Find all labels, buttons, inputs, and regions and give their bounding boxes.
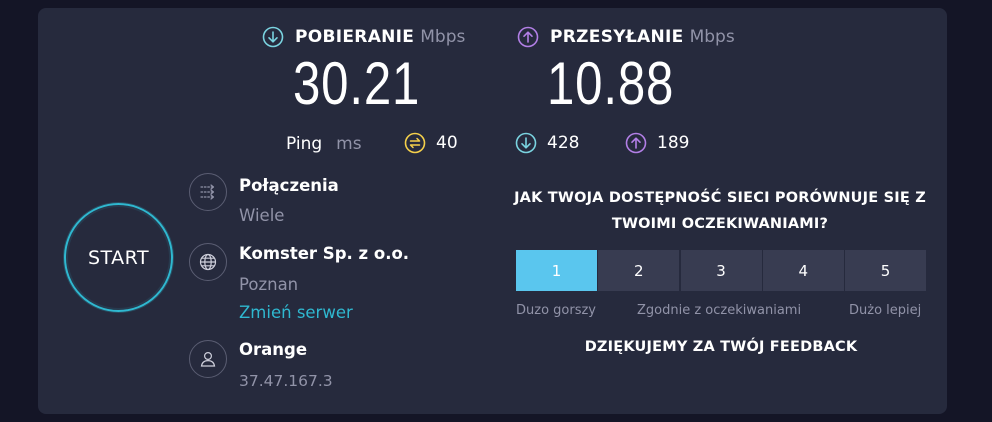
globe-icon <box>199 253 217 271</box>
connections-icon <box>200 184 215 200</box>
feedback-question: JAK TWOJA DOSTĘPNOŚĆ SIECI PORÓWNUJE SIĘ… <box>514 190 926 232</box>
upload-unit: Mbps <box>689 27 735 47</box>
rating-option-1[interactable]: 1 <box>516 250 597 291</box>
download-label: POBIERANIE <box>295 27 415 47</box>
server-location: Poznan <box>239 275 299 294</box>
connections-title: Połączenia <box>239 176 339 195</box>
rating-scale: 1 2 3 4 5 <box>516 250 926 291</box>
rating-label-worse: Duzo gorszy <box>516 303 596 318</box>
ping-idle-value: 40 <box>436 133 458 153</box>
download-unit: Mbps <box>420 27 466 47</box>
rating-option-4[interactable]: 4 <box>762 250 844 291</box>
ping-unit: ms <box>336 134 362 154</box>
ping-download-icon <box>515 132 537 154</box>
rating-option-5[interactable]: 5 <box>845 250 926 291</box>
download-header: POBIERANIE Mbps <box>262 26 465 48</box>
download-speed-value: 30.21 <box>293 50 421 117</box>
ping-upload: 189 <box>625 132 689 154</box>
upload-label: PRZESYŁANIE <box>550 27 684 47</box>
upload-arrow-icon <box>517 26 539 48</box>
provider-name: Orange <box>239 340 308 359</box>
feedback-thanks: DZIĘKUJEMY ZA TWÓJ FEEDBACK <box>584 339 858 355</box>
connections-value: Wiele <box>239 206 285 225</box>
ping-upload-icon <box>625 132 647 154</box>
rating-option-3[interactable]: 3 <box>680 250 762 291</box>
ping-upload-value: 189 <box>657 133 690 153</box>
connections-icon-circle <box>189 173 227 211</box>
ping-download-value: 428 <box>547 133 580 153</box>
start-button[interactable]: START <box>64 203 173 312</box>
user-icon <box>200 351 216 367</box>
provider-ip: 37.47.167.3 <box>239 372 333 390</box>
provider-icon-circle <box>189 340 227 378</box>
rating-label-better: Dużo lepiej <box>849 303 922 318</box>
ping-idle: 40 <box>404 132 458 154</box>
upload-header: PRZESYŁANIE Mbps <box>517 26 735 48</box>
ping-idle-icon <box>404 132 426 154</box>
rating-option-2[interactable]: 2 <box>598 250 680 291</box>
ping-label: Ping <box>286 134 323 154</box>
ping-download: 428 <box>515 132 579 154</box>
upload-speed-value: 10.88 <box>547 50 675 117</box>
download-arrow-icon <box>262 26 284 48</box>
rating-label-expected: Zgodnie z oczekiwaniami <box>637 303 802 318</box>
ping-label-group: Ping ms <box>286 132 362 156</box>
server-name: Komster Sp. z o.o. <box>239 244 410 263</box>
server-icon-circle <box>189 243 227 281</box>
change-server-link[interactable]: Zmień serwer <box>239 303 353 322</box>
